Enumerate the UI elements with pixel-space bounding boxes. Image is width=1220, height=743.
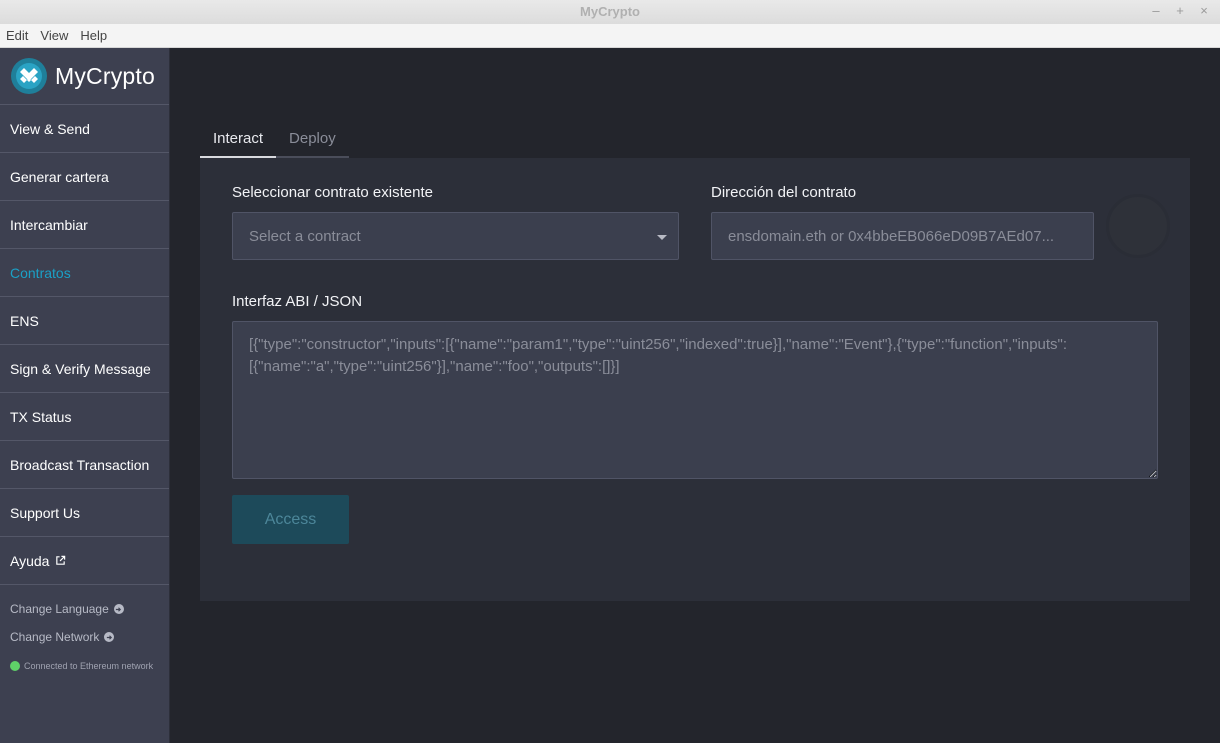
sidebar-item-label: Intercambiar	[10, 216, 88, 233]
sidebar: MyCrypto View & Send Generar cartera Int…	[0, 48, 170, 743]
sidebar-item-swap[interactable]: Intercambiar	[0, 201, 169, 249]
sidebar-item-contracts[interactable]: Contratos	[0, 249, 169, 297]
network-status: Connected to Ethereum network	[0, 661, 169, 671]
sidebar-item-tx-status[interactable]: TX Status	[0, 393, 169, 441]
sidebar-item-label: TX Status	[10, 408, 72, 425]
window-titlebar: MyCrypto – + ×	[0, 0, 1220, 25]
sidebar-item-view-send[interactable]: View & Send	[0, 105, 169, 153]
menu-view[interactable]: View	[34, 24, 74, 47]
change-network-link[interactable]: Change Network	[0, 623, 169, 651]
arrow-right-circle-icon	[104, 632, 115, 642]
tab-deploy[interactable]: Deploy	[276, 120, 349, 158]
sidebar-item-label: Ayuda	[10, 552, 50, 569]
sidebar-item-sign-verify[interactable]: Sign & Verify Message	[0, 345, 169, 393]
contract-tabs: Interact Deploy	[200, 120, 349, 158]
mycrypto-logo-icon	[11, 58, 47, 94]
select-contract-label: Seleccionar contrato existente	[232, 184, 433, 201]
sidebar-item-label: Sign & Verify Message	[10, 360, 151, 377]
contract-address-label: Dirección del contrato	[711, 184, 857, 201]
status-dot-icon	[10, 661, 20, 671]
access-button[interactable]: Access	[232, 495, 349, 544]
sidebar-item-label: View & Send	[10, 120, 90, 137]
window-title: MyCrypto	[580, 4, 640, 19]
menu-help[interactable]: Help	[74, 24, 113, 47]
minimize-icon[interactable]: –	[1150, 3, 1162, 18]
sidebar-item-label: Support Us	[10, 504, 81, 521]
sidebar-item-broadcast[interactable]: Broadcast Transaction	[0, 441, 169, 489]
change-network-label: Change Network	[10, 630, 100, 644]
close-icon[interactable]: ×	[1198, 3, 1210, 18]
chevron-down-icon	[657, 235, 667, 240]
sidebar-item-generate-wallet[interactable]: Generar cartera	[0, 153, 169, 201]
arrow-right-circle-icon	[113, 604, 124, 614]
maximize-icon[interactable]: +	[1174, 3, 1186, 18]
window-controls: – + ×	[1150, 3, 1210, 18]
tab-interact[interactable]: Interact	[200, 120, 277, 158]
contract-select[interactable]: Select a contract	[232, 212, 679, 260]
sidebar-item-support[interactable]: Support Us	[0, 489, 169, 537]
sidebar-item-label: Generar cartera	[10, 168, 109, 185]
brand[interactable]: MyCrypto	[0, 48, 169, 105]
menubar: Edit View Help	[0, 24, 1220, 48]
external-link-icon	[56, 555, 66, 565]
sidebar-item-label: Broadcast Transaction	[10, 456, 150, 473]
contract-select-value: Select a contract	[249, 228, 361, 245]
interact-panel: Seleccionar contrato existente Select a …	[200, 158, 1190, 601]
sidebar-item-label: ENS	[10, 312, 39, 329]
network-status-text: Connected to Ethereum network	[24, 661, 154, 671]
sidebar-item-label: Contratos	[10, 264, 71, 281]
change-language-link[interactable]: Change Language	[0, 595, 169, 623]
brand-name: MyCrypto	[55, 62, 156, 89]
change-language-label: Change Language	[10, 602, 109, 616]
sidebar-item-help[interactable]: Ayuda	[0, 537, 169, 585]
address-identicon	[1106, 194, 1170, 258]
sidebar-item-ens[interactable]: ENS	[0, 297, 169, 345]
abi-label: Interfaz ABI / JSON	[232, 293, 363, 310]
contract-address-input[interactable]	[711, 212, 1094, 260]
menu-edit[interactable]: Edit	[0, 24, 34, 47]
abi-textarea[interactable]	[232, 321, 1158, 479]
